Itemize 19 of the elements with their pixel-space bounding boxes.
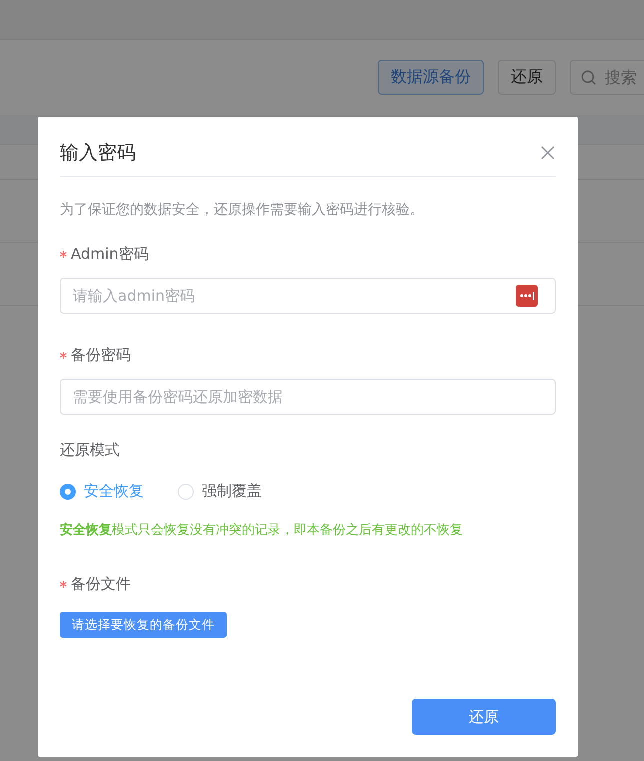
- search-field[interactable]: 搜索: [570, 60, 644, 95]
- backup-button[interactable]: 数据源备份: [378, 60, 484, 95]
- field-label: 备份密码: [71, 346, 131, 365]
- password-field[interactable]: 需要使用备份密码还原加密数据: [60, 379, 556, 415]
- restore-button[interactable]: 还原: [498, 60, 556, 95]
- mode-hint: 安全恢复模式只会恢复没有冲突的记录，即本备份之后有更改的不恢复: [60, 522, 464, 539]
- password-manager-icon[interactable]: [516, 285, 538, 307]
- field-label: 还原模式: [60, 441, 120, 460]
- description-text: 为了保证您的数据安全，还原操作需要输入密码进行核验。: [60, 201, 425, 219]
- mode-radio[interactable]: 强制覆盖: [178, 482, 262, 501]
- dialog-title: 输入密码: [60, 140, 136, 166]
- password-field[interactable]: 请输入admin密码: [60, 278, 556, 314]
- search-icon: [581, 70, 597, 86]
- close-button[interactable]: [540, 144, 556, 160]
- choose-file-button[interactable]: 请选择要恢复的备份文件: [60, 612, 227, 638]
- field-label: 备份文件: [71, 575, 131, 594]
- submit-button[interactable]: 还原: [412, 699, 556, 735]
- mode-radio[interactable]: 安全恢复: [60, 482, 144, 501]
- field-label: Admin密码: [71, 245, 149, 264]
